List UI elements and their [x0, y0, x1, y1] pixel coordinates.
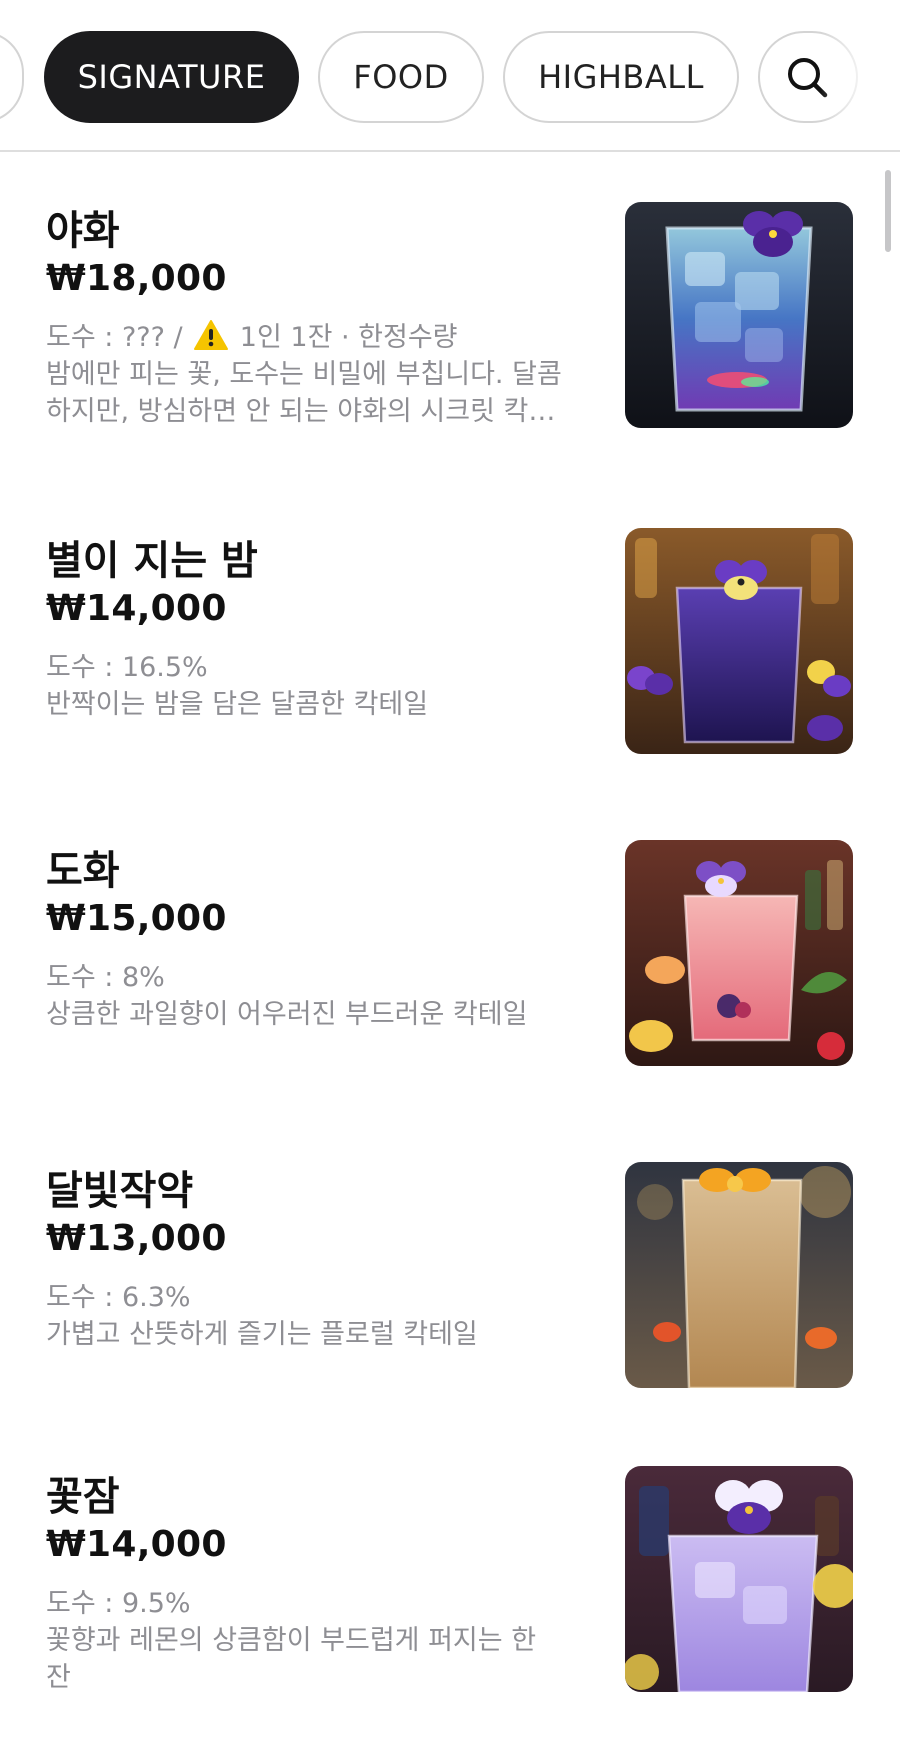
item-name: 별이 지는 밤 [46, 538, 258, 584]
item-name: 달빛작약 [46, 1168, 194, 1214]
item-description: 밤에만 피는 꽃, 도수는 비밀에 부칩니다. 달콤하지만, 방심하면 안 되는… [46, 359, 562, 427]
item-description: 상큼한 과일향이 어우러진 부드러운 칵테일 [46, 999, 528, 1030]
search-icon [788, 58, 828, 98]
item-name: 야화 [46, 208, 120, 254]
item-meta: 도수 : 6.3% [46, 1282, 191, 1313]
item-meta: 도수 : 16.5% [46, 652, 208, 683]
warning-icon [194, 320, 229, 350]
item-alcohol: 도수 : ??? / [46, 322, 192, 353]
item-meta: 도수 : 8% [46, 962, 165, 993]
item-photo [625, 1162, 853, 1388]
item-meta: 도수 : 9.5% [46, 1588, 191, 1619]
menu-item[interactable]: 꽃잠 ₩14,000 도수 : 9.5% 꽃향과 레몬의 상큼함이 부드럽게 퍼… [0, 1420, 900, 1745]
menu-list: 야화 ₩18,000 도수 : ??? / 1인 1잔 · 한정수량 밤에만 피… [0, 154, 900, 1745]
search-button[interactable] [758, 31, 858, 123]
item-description: 가볍고 산뜻하게 즐기는 플로럴 칵테일 [46, 1319, 478, 1350]
item-photo [625, 840, 853, 1066]
item-photo [625, 528, 853, 754]
item-description: 꽃향과 레몬의 상큼함이 부드럽게 퍼지는 한 잔 [46, 1625, 537, 1693]
tab-food[interactable]: FOOD [318, 31, 484, 123]
menu-item[interactable]: 별이 지는 밤 ₩14,000 도수 : 16.5% 반짝이는 밤을 담은 달콤… [0, 484, 900, 774]
list-scrollbar[interactable] [885, 170, 891, 252]
item-price: ₩18,000 [46, 258, 227, 299]
item-price: ₩15,000 [46, 898, 227, 939]
item-photo [625, 1466, 853, 1692]
tab-signature[interactable]: SIGNATURE [44, 31, 299, 123]
menu-item[interactable]: 도화 ₩15,000 도수 : 8% 상큼한 과일향이 어우러진 부드러운 칵테… [0, 794, 900, 1094]
menu-item[interactable]: 야화 ₩18,000 도수 : ??? / 1인 1잔 · 한정수량 밤에만 피… [0, 154, 900, 464]
category-tab-bar: SIGNATURE FOOD HIGHBALL [0, 0, 900, 152]
item-name: 꽃잠 [46, 1474, 120, 1520]
item-limit-note: 1인 1잔 · 한정수량 [231, 322, 458, 353]
menu-page: SIGNATURE FOOD HIGHBALL 야화 ₩18,000 도수 : … [0, 0, 900, 1745]
item-price: ₩14,000 [46, 588, 227, 629]
item-photo [625, 202, 853, 428]
item-name: 도화 [46, 848, 120, 894]
item-description: 반짝이는 밤을 담은 달콤한 칵테일 [46, 689, 429, 720]
item-price: ₩13,000 [46, 1218, 227, 1259]
tab-previous-category[interactable] [0, 31, 24, 123]
tab-highball[interactable]: HIGHBALL [503, 31, 739, 123]
item-meta: 도수 : ??? / 1인 1잔 · 한정수량 [46, 319, 566, 356]
menu-item[interactable]: 달빛작약 ₩13,000 도수 : 6.3% 가볍고 산뜻하게 즐기는 플로럴 … [0, 1114, 900, 1404]
item-price: ₩14,000 [46, 1524, 227, 1565]
